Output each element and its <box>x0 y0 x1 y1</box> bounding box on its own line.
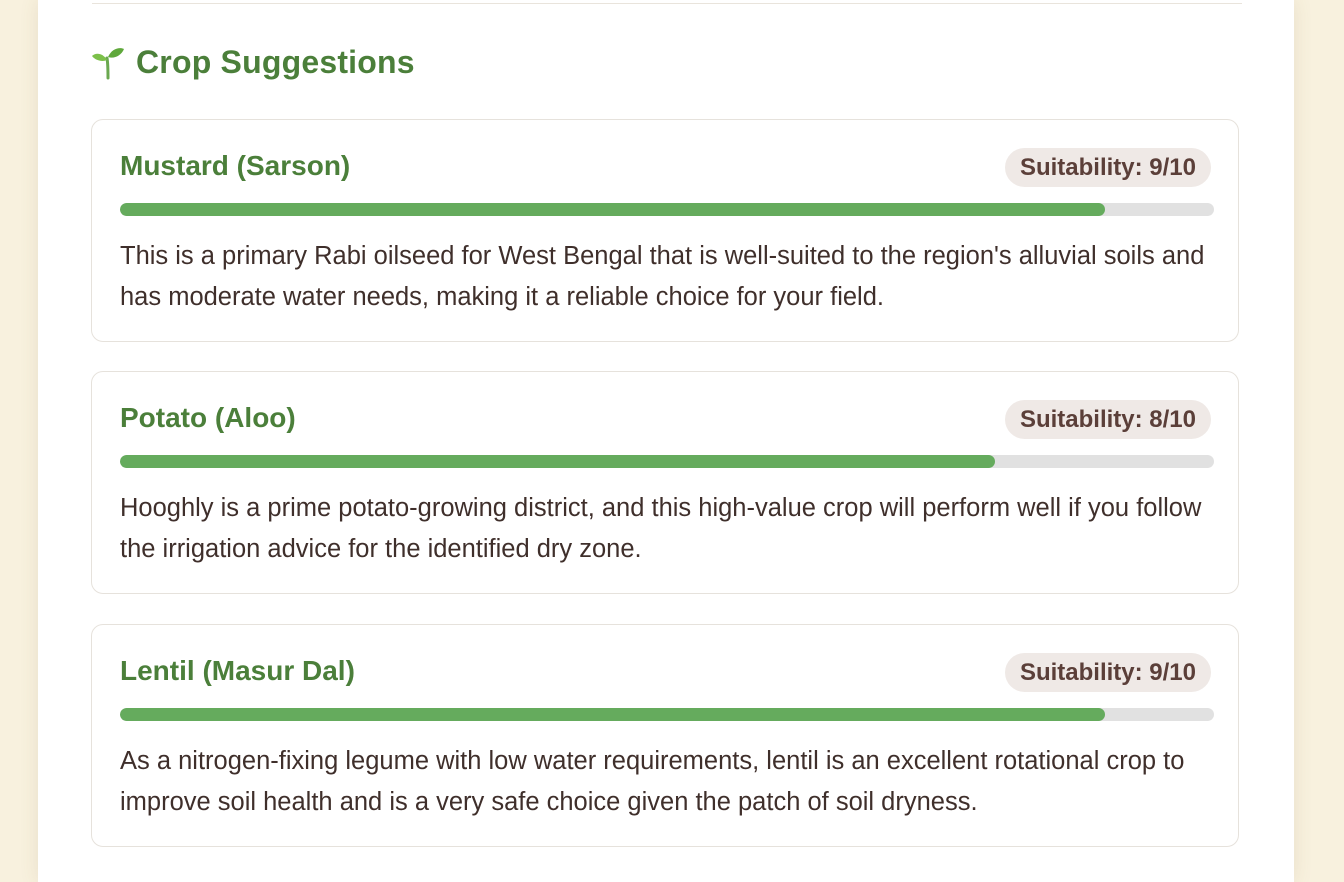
section-header: Crop Suggestions <box>90 40 415 84</box>
suitability-bar-fill <box>120 203 1105 216</box>
suitability-bar <box>120 708 1214 721</box>
suitability-badge: Suitability: 9/10 <box>1004 148 1211 187</box>
crop-card: Potato (Aloo) Suitability: 8/10 Hooghly … <box>91 371 1239 594</box>
crop-description: This is a primary Rabi oilseed for West … <box>120 242 1205 311</box>
suitability-bar <box>120 455 1214 468</box>
crop-description: As a nitrogen-fixing legume with low wat… <box>120 747 1185 816</box>
suitability-bar <box>120 203 1214 216</box>
crop-name: Mustard (Sarson) <box>120 150 351 181</box>
crop-card: Mustard (Sarson) Suitability: 9/10 This … <box>91 119 1239 342</box>
suitability-bar-fill <box>120 455 996 468</box>
crop-description: Hooghly is a prime potato-growing distri… <box>120 494 1202 563</box>
suitability-bar-fill <box>120 708 1105 721</box>
crop-name: Lentil (Masur Dal) <box>120 655 355 686</box>
section-title: Crop Suggestions <box>136 43 415 80</box>
crop-card: Lentil (Masur Dal) Suitability: 9/10 As … <box>91 624 1239 847</box>
results-panel: Crop Suggestions Mustard (Sarson) Suitab… <box>38 0 1294 882</box>
section-divider <box>92 3 1242 4</box>
suitability-badge: Suitability: 8/10 <box>1004 400 1211 439</box>
suitability-badge: Suitability: 9/10 <box>1004 653 1211 692</box>
crop-name: Potato (Aloo) <box>120 402 296 433</box>
sprout-icon <box>90 44 126 80</box>
